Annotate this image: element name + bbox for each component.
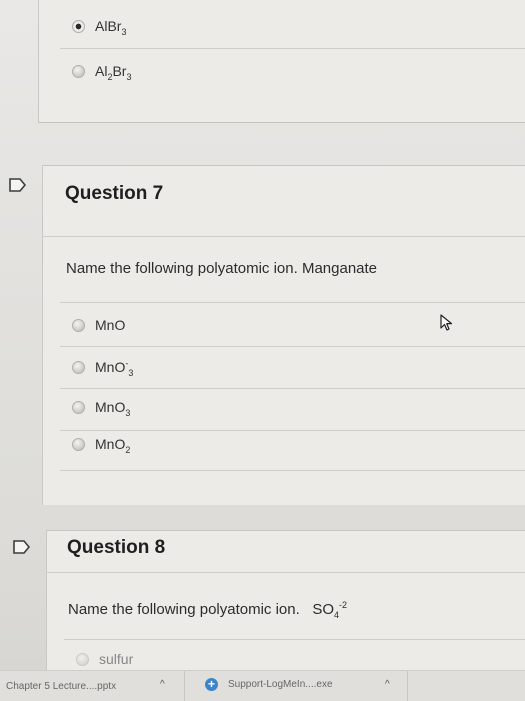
plus-circle-icon: + (205, 678, 218, 691)
question-7-card (42, 165, 525, 505)
divider (46, 572, 525, 573)
radio-icon[interactable] (72, 318, 85, 332)
divider (60, 302, 525, 303)
download-item-exe[interactable]: + Support-LogMeIn....exe (205, 678, 333, 691)
flag-icon[interactable] (9, 178, 27, 192)
answer-option-mno[interactable]: MnO (72, 317, 125, 333)
answer-option-albr3[interactable]: AlBr3 (72, 18, 127, 37)
chevron-up-icon[interactable]: ^ (160, 679, 165, 690)
question-8-title: Question 8 (67, 537, 166, 558)
divider (407, 671, 408, 701)
formula: SO4-2 (312, 600, 348, 620)
divider (42, 165, 525, 166)
question-8-prompt: Name the following polyatomic ion. SO4-2 (68, 600, 348, 620)
question-7-prompt: Name the following polyatomic ion. Manga… (66, 260, 378, 277)
mouse-cursor-icon (440, 314, 453, 331)
option-label: sulfur (99, 651, 134, 667)
chevron-up-icon[interactable]: ^ (385, 679, 390, 690)
answer-option-sulfur[interactable]: sulfur (76, 650, 133, 668)
option-label: MnO (95, 317, 126, 333)
question-7-title: Question 7 (65, 183, 164, 204)
divider (42, 236, 525, 237)
radio-icon[interactable] (76, 652, 89, 666)
answer-option-mno3[interactable]: MnO3 (72, 399, 131, 418)
divider (60, 430, 525, 431)
radio-selected-icon[interactable] (72, 19, 85, 33)
option-label: MnO2 (95, 436, 131, 455)
option-label: MnO3 (95, 399, 131, 418)
download-bar: Chapter 5 Lecture....pptx ^ + Support-Lo… (0, 670, 525, 701)
divider (38, 122, 525, 123)
divider (60, 346, 525, 347)
option-label: Al2Br3 (95, 63, 132, 82)
radio-icon[interactable] (72, 360, 85, 374)
quiz-page: AlBr3 Al2Br3 Question 7 Name the followi… (0, 0, 525, 701)
radio-icon[interactable] (72, 64, 85, 78)
divider (60, 48, 525, 49)
answer-option-mno2[interactable]: MnO2 (72, 436, 131, 455)
flag-icon[interactable] (13, 540, 31, 554)
divider (184, 671, 185, 701)
divider (46, 530, 525, 531)
radio-icon[interactable] (72, 437, 85, 451)
option-label: MnO-3 (95, 358, 134, 378)
download-item-pptx[interactable]: Chapter 5 Lecture....pptx (6, 681, 116, 692)
download-filename: Chapter 5 Lecture....pptx (6, 681, 117, 692)
answer-option-al2br3[interactable]: Al2Br3 (72, 63, 132, 82)
divider (64, 639, 525, 640)
divider (60, 470, 525, 471)
download-filename: Support-LogMeIn....exe (228, 679, 333, 690)
answer-option-mno3-minus[interactable]: MnO-3 (72, 358, 134, 378)
option-label: AlBr3 (95, 18, 127, 37)
divider (60, 388, 525, 389)
radio-icon[interactable] (72, 400, 85, 414)
